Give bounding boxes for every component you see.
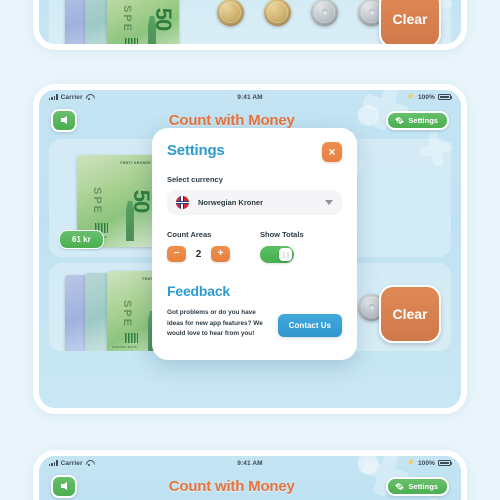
gear-icon <box>395 482 405 491</box>
count-areas-control: Count Areas − 2 + <box>167 230 230 262</box>
arrow-left-icon <box>61 116 67 124</box>
specimen-label: SPE <box>121 299 134 329</box>
clear-button-wrap: Clear <box>379 0 441 44</box>
settings-button[interactable]: Settings <box>386 110 449 130</box>
app-screen-bottom: Carrier 9:41 AM ⚡ 100% Count with Money <box>39 456 461 500</box>
banknote-stack[interactable]: FEMTI KRONER SPE 50 NORGES BANK <box>49 0 199 44</box>
gear-icon <box>395 116 405 125</box>
battery-label: 100% <box>417 93 435 101</box>
count-areas-value: 2 <box>195 248 202 260</box>
battery-label: 100% <box>417 459 435 467</box>
arrow-left-icon <box>61 482 67 490</box>
count-areas-top: FEMTI KRONER SPE 50 NORGES BANK <box>39 0 461 44</box>
settings-button[interactable]: Settings <box>386 476 449 496</box>
status-time: 9:41 AM <box>237 93 263 101</box>
device-frame-bottom: Carrier 9:41 AM ⚡ 100% Count with Money <box>33 450 467 500</box>
carrier-label: Carrier <box>60 93 83 101</box>
feedback-row: Got problems or do you have ideas for ne… <box>167 308 342 340</box>
app-toolbar: Count with Money Settings <box>39 470 461 500</box>
clear-button[interactable]: Clear <box>379 0 441 44</box>
close-icon[interactable]: × <box>322 142 342 162</box>
feedback-title: Feedback <box>167 283 230 299</box>
coin-gold-icon[interactable] <box>264 0 291 26</box>
charging-icon: ⚡ <box>407 460 415 466</box>
clear-button-wrap: Clear <box>379 285 441 343</box>
wifi-icon <box>86 460 93 467</box>
specimen-label: SPE <box>121 4 134 34</box>
chevron-down-icon <box>325 200 333 205</box>
currency-value: Norwegian Kroner <box>198 198 264 207</box>
clear-button[interactable]: Clear <box>379 285 441 343</box>
modal-title: Settings <box>167 142 225 159</box>
show-totals-toggle[interactable] <box>260 246 294 263</box>
count-areas-stepper: − 2 + <box>167 246 230 262</box>
status-left: Carrier <box>49 460 93 467</box>
page-title: Count with Money <box>168 477 295 495</box>
count-area[interactable]: FEMTI KRONER SPE 50 NORGES BANK <box>49 0 451 44</box>
banknote-label: FEMTI KRONER <box>120 161 151 165</box>
feedback-text: Got problems or do you have ideas for ne… <box>167 309 263 338</box>
back-button[interactable] <box>51 474 77 498</box>
status-time: 9:41 AM <box>237 459 263 467</box>
coin-row <box>217 0 385 26</box>
app-screen-top: FEMTI KRONER SPE 50 NORGES BANK <box>39 0 461 44</box>
show-totals-control: Show Totals <box>260 230 304 263</box>
settings-modal: Settings × Select currency Norwegian Kro… <box>152 128 357 360</box>
modal-header: Settings × <box>167 142 342 162</box>
count-areas-label: Count Areas <box>167 230 212 239</box>
back-button[interactable] <box>51 108 77 132</box>
wifi-icon <box>86 94 93 101</box>
banknote-50-icon[interactable]: FEMTI KRONER SPE 50 NORGES BANK <box>107 0 179 44</box>
charging-icon: ⚡ <box>407 94 415 100</box>
increment-button[interactable]: + <box>211 246 230 262</box>
status-right: ⚡ 100% <box>407 93 453 101</box>
banknote-chip-icon <box>125 333 138 343</box>
norway-flag-icon <box>176 196 189 209</box>
signal-icon <box>49 460 58 466</box>
signal-icon <box>49 94 58 100</box>
page-title: Count with Money <box>168 111 295 129</box>
coin-gold-icon[interactable] <box>217 0 244 26</box>
status-right: ⚡ 100% <box>407 459 453 467</box>
controls-row: Count Areas − 2 + Show Totals <box>167 230 342 263</box>
battery-icon <box>438 93 453 101</box>
contact-us-button[interactable]: Contact Us <box>277 314 342 337</box>
carrier-label: Carrier <box>60 459 83 467</box>
coin-silver-icon[interactable] <box>311 0 338 26</box>
currency-select[interactable]: Norwegian Kroner <box>167 190 342 215</box>
status-bar: Carrier 9:41 AM ⚡ 100% <box>39 90 461 104</box>
area-total-badge: 61 kr <box>59 230 104 249</box>
currency-label: Select currency <box>167 175 223 184</box>
page-root: FEMTI KRONER SPE 50 NORGES BANK <box>0 0 500 500</box>
specimen-label: SPE <box>91 186 104 216</box>
battery-icon <box>438 459 453 467</box>
settings-button-label: Settings <box>408 481 438 491</box>
toggle-knob <box>279 248 292 261</box>
banknote-chip-icon <box>125 38 138 44</box>
bank-name: NORGES BANK <box>112 345 138 349</box>
device-frame-top: FEMTI KRONER SPE 50 NORGES BANK <box>33 0 467 50</box>
decrement-button[interactable]: − <box>167 246 186 262</box>
settings-button-label: Settings <box>408 115 438 125</box>
show-totals-label: Show Totals <box>260 230 304 239</box>
status-bar: Carrier 9:41 AM ⚡ 100% <box>39 456 461 470</box>
status-left: Carrier <box>49 94 93 101</box>
